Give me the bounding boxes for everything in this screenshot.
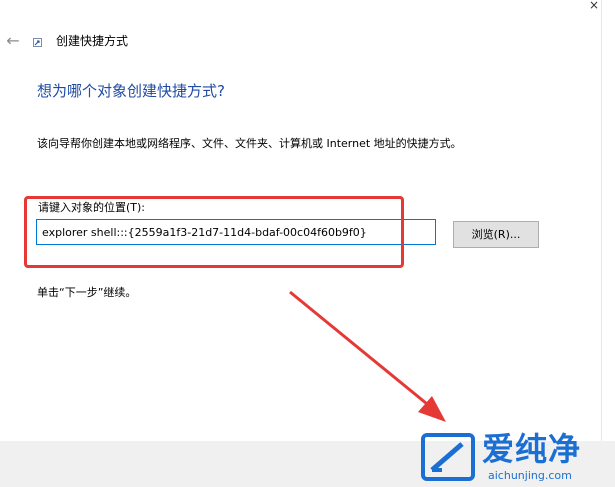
close-icon[interactable]: × bbox=[586, 0, 602, 12]
footer-bar bbox=[0, 441, 615, 487]
next-step-hint: 单击“下一步”继续。 bbox=[37, 286, 137, 299]
window-edge bbox=[601, 0, 602, 441]
window-title: 创建快捷方式 bbox=[56, 34, 129, 48]
wizard-description: 该向导帮你创建本地或网络程序、文件、文件夹、计算机或 Internet 地址的快… bbox=[37, 137, 462, 150]
page-heading: 想为哪个对象创建快捷方式? bbox=[37, 82, 225, 100]
browse-button[interactable]: 浏览(R)... bbox=[453, 221, 539, 248]
shortcut-icon bbox=[33, 38, 42, 47]
back-arrow-icon[interactable]: ← bbox=[2, 30, 24, 52]
highlight-box bbox=[24, 196, 404, 268]
